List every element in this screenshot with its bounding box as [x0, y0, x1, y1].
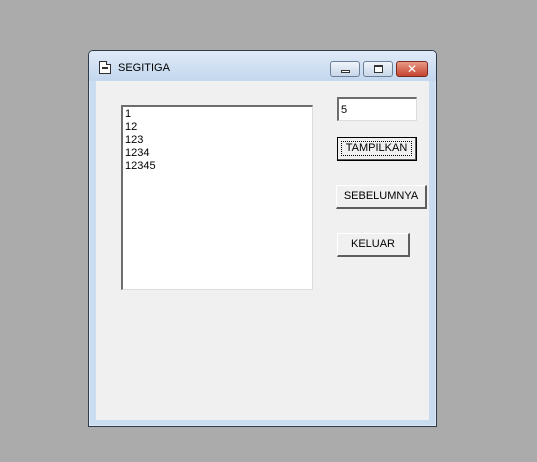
- app-window: SEGITIGA ✕ 112123123412345 TAMPILKAN SEB…: [88, 50, 437, 427]
- number-input[interactable]: [337, 97, 417, 121]
- output-listbox[interactable]: 1 12 123 1234 12345: [121, 105, 313, 290]
- keluar-button[interactable]: KELUAR: [337, 233, 410, 257]
- list-item[interactable]: 1: [125, 108, 312, 121]
- tampilkan-button[interactable]: TAMPILKAN: [337, 137, 417, 161]
- title-bar[interactable]: SEGITIGA ✕: [89, 51, 436, 81]
- sebelumnya-button[interactable]: SEBELUMNYA: [336, 185, 427, 209]
- tampilkan-button-label: TAMPILKAN: [345, 142, 408, 154]
- close-icon: ✕: [406, 62, 418, 76]
- list-item[interactable]: 1234: [125, 147, 312, 160]
- minimize-button[interactable]: [330, 61, 360, 77]
- form-icon[interactable]: [99, 61, 111, 74]
- list-item[interactable]: 123: [125, 134, 312, 147]
- form-client-area: 112123123412345 TAMPILKAN SEBELUMNYA KEL…: [96, 81, 429, 420]
- maximize-icon: [374, 65, 383, 73]
- list-item[interactable]: 12345: [125, 160, 312, 173]
- minimize-icon: [341, 70, 350, 73]
- keluar-button-label: KELUAR: [350, 238, 396, 250]
- sebelumnya-button-label: SEBELUMNYA: [343, 190, 419, 202]
- window-title: SEGITIGA: [118, 62, 170, 74]
- list-item[interactable]: 12: [125, 121, 312, 134]
- maximize-button[interactable]: [363, 61, 393, 77]
- close-button[interactable]: ✕: [396, 61, 428, 77]
